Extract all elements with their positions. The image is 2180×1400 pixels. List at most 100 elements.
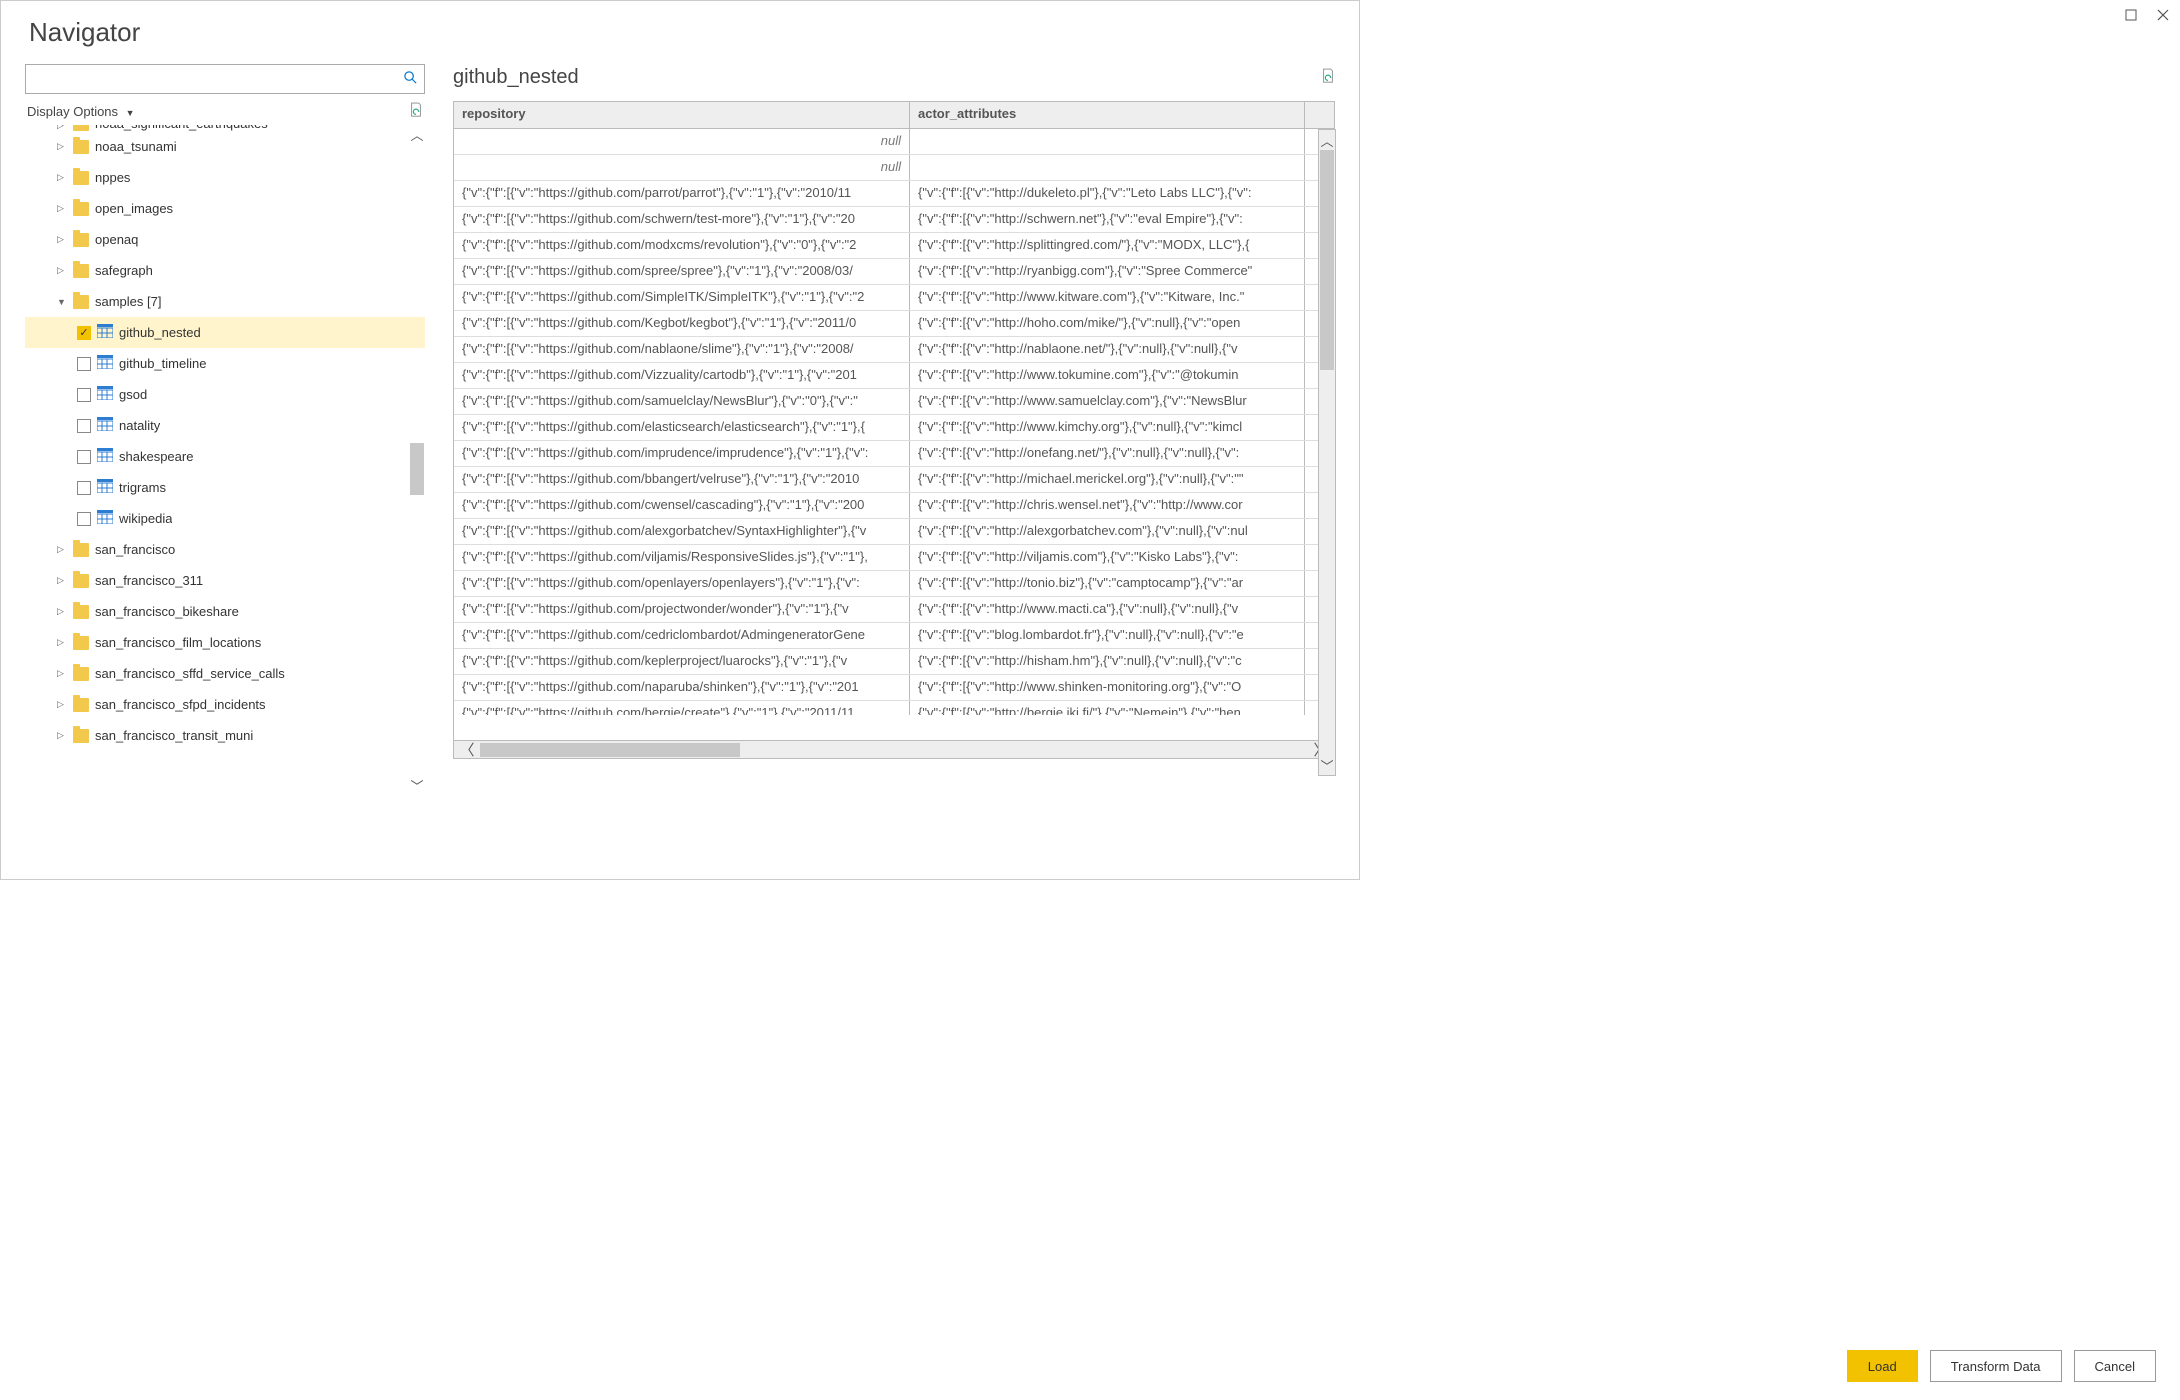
- table-row[interactable]: {"v":{"f":[{"v":"https://github.com/nabl…: [454, 337, 1334, 363]
- tree-folder[interactable]: ▷nppes: [25, 162, 425, 193]
- checkbox[interactable]: [77, 512, 91, 526]
- table-row[interactable]: {"v":{"f":[{"v":"https://github.com/Vizz…: [454, 363, 1334, 389]
- cell-actor-attributes: {"v":{"f":[{"v":"http://ryanbigg.com"},{…: [910, 259, 1305, 284]
- chevron-right-icon: ▷: [57, 668, 67, 679]
- table-icon: [97, 417, 113, 434]
- cell-actor-attributes: {"v":{"f":[{"v":"http://chris.wensel.net…: [910, 493, 1305, 518]
- tree-scrollbar[interactable]: ︿ ﹀: [409, 125, 425, 794]
- table-row[interactable]: {"v":{"f":[{"v":"https://github.com/proj…: [454, 597, 1334, 623]
- search-box[interactable]: [25, 64, 425, 94]
- tree-table-item[interactable]: shakespeare: [25, 441, 425, 472]
- grid-horizontal-scrollbar[interactable]: 〈 〉: [453, 741, 1335, 759]
- vscroll-down-arrow[interactable]: ﹀: [1319, 755, 1335, 775]
- table-row[interactable]: {"v":{"f":[{"v":"https://github.com/open…: [454, 571, 1334, 597]
- table-row[interactable]: {"v":{"f":[{"v":"https://github.com/berg…: [454, 701, 1334, 715]
- checkbox[interactable]: [77, 419, 91, 433]
- maximize-button[interactable]: [2122, 6, 2140, 24]
- tree-table-item[interactable]: wikipedia: [25, 503, 425, 534]
- table-row[interactable]: {"v":{"f":[{"v":"https://github.com/alex…: [454, 519, 1334, 545]
- table-row[interactable]: {"v":{"f":[{"v":"https://github.com/impr…: [454, 441, 1334, 467]
- display-options-dropdown[interactable]: Display Options ▼: [27, 104, 135, 119]
- cell-actor-attributes: {"v":{"f":[{"v":"http://www.kimchy.org"}…: [910, 415, 1305, 440]
- table-row[interactable]: {"v":{"f":[{"v":"https://github.com/bban…: [454, 467, 1334, 493]
- tree-folder[interactable]: ▷san_francisco_transit_muni: [25, 720, 425, 751]
- tree-folder[interactable]: ▷san_francisco_film_locations: [25, 627, 425, 658]
- tree-table-item[interactable]: natality: [25, 410, 425, 441]
- table-row[interactable]: {"v":{"f":[{"v":"https://github.com/Kegb…: [454, 311, 1334, 337]
- table-row[interactable]: {"v":{"f":[{"v":"https://github.com/spre…: [454, 259, 1334, 285]
- tree-table-item[interactable]: ✓github_nested: [25, 317, 425, 348]
- cell-actor-attributes: {"v":{"f":[{"v":"http://alexgorbatchev.c…: [910, 519, 1305, 544]
- table-row[interactable]: {"v":{"f":[{"v":"https://github.com/schw…: [454, 207, 1334, 233]
- tree-table-item[interactable]: trigrams: [25, 472, 425, 503]
- checkbox[interactable]: [77, 450, 91, 464]
- cell-repository: {"v":{"f":[{"v":"https://github.com/spre…: [454, 259, 910, 284]
- tree-folder-label: san_francisco_sffd_service_calls: [95, 666, 285, 681]
- folder-icon: [73, 233, 89, 247]
- cell-actor-attributes: {"v":{"f":[{"v":"http://hoho.com/mike/"}…: [910, 311, 1305, 336]
- checkbox[interactable]: ✓: [77, 326, 91, 340]
- tree-folder[interactable]: ▷noaa_tsunami: [25, 131, 425, 162]
- chevron-down-icon: ▼: [57, 297, 67, 307]
- cell-actor-attributes: {"v":{"f":[{"v":"http://nablaone.net/"},…: [910, 337, 1305, 362]
- tree-folder[interactable]: ▷san_francisco: [25, 534, 425, 565]
- column-header-actor-attributes[interactable]: actor_attributes: [910, 102, 1305, 128]
- table-row[interactable]: {"v":{"f":[{"v":"https://github.com/elas…: [454, 415, 1334, 441]
- tree-folder-label: san_francisco: [95, 542, 175, 557]
- tree-folder[interactable]: ▷ san_francisco_sffd_service_calls: [25, 658, 425, 689]
- table-row[interactable]: {"v":{"f":[{"v":"https://github.com/vilj…: [454, 545, 1334, 571]
- checkbox[interactable]: [77, 357, 91, 371]
- cancel-button[interactable]: Cancel: [2074, 1350, 2156, 1382]
- cell-repository: {"v":{"f":[{"v":"https://github.com/kepl…: [454, 649, 910, 674]
- table-row[interactable]: {"v":{"f":[{"v":"https://github.com/cwen…: [454, 493, 1334, 519]
- tree-table-item[interactable]: gsod: [25, 379, 425, 410]
- checkbox[interactable]: [77, 388, 91, 402]
- chevron-right-icon: ▷: [57, 141, 67, 152]
- grid-vertical-scrollbar[interactable]: ︿ ﹀: [1318, 129, 1336, 776]
- chevron-right-icon: ▷: [57, 606, 67, 617]
- tree-folder[interactable]: ▷san_francisco_311: [25, 565, 425, 596]
- table-row[interactable]: null: [454, 129, 1334, 155]
- search-input[interactable]: [32, 72, 403, 87]
- tree-folder[interactable]: ▼samples [7]: [25, 286, 425, 317]
- table-row[interactable]: {"v":{"f":[{"v":"https://github.com/napa…: [454, 675, 1334, 701]
- checkbox[interactable]: [77, 481, 91, 495]
- folder-icon: [73, 729, 89, 743]
- hscroll-thumb[interactable]: [480, 743, 740, 757]
- tree-folder-label: san_francisco_sfpd_incidents: [95, 697, 266, 712]
- table-row[interactable]: null: [454, 155, 1334, 181]
- table-row[interactable]: {"v":{"f":[{"v":"https://github.com/Simp…: [454, 285, 1334, 311]
- chevron-right-icon: ▷: [57, 699, 67, 710]
- vscroll-up-arrow[interactable]: ︿: [1319, 130, 1335, 150]
- tree-table-item[interactable]: github_timeline: [25, 348, 425, 379]
- preview-refresh-icon[interactable]: [1321, 68, 1335, 87]
- refresh-icon[interactable]: [409, 102, 423, 121]
- tree-folder[interactable]: ▷san_francisco_bikeshare: [25, 596, 425, 627]
- cell-actor-attributes: {"v":{"f":[{"v":"http://splittingred.com…: [910, 233, 1305, 258]
- search-icon[interactable]: [403, 70, 418, 89]
- tree-item-label: github_timeline: [119, 356, 206, 371]
- tree-folder[interactable]: ▷openaq: [25, 224, 425, 255]
- chevron-right-icon: ▷: [57, 637, 67, 648]
- table-row[interactable]: {"v":{"f":[{"v":"https://github.com/kepl…: [454, 649, 1334, 675]
- hscroll-left-arrow[interactable]: 〈: [454, 739, 480, 760]
- table-row[interactable]: {"v":{"f":[{"v":"https://github.com/parr…: [454, 181, 1334, 207]
- tree-folder[interactable]: ▷safegraph: [25, 255, 425, 286]
- scroll-up-arrow[interactable]: ︿: [409, 125, 425, 143]
- table-row[interactable]: {"v":{"f":[{"v":"https://github.com/samu…: [454, 389, 1334, 415]
- table-row[interactable]: {"v":{"f":[{"v":"https://github.com/modx…: [454, 233, 1334, 259]
- close-button[interactable]: [2154, 6, 2172, 24]
- load-button[interactable]: Load: [1847, 1350, 1918, 1382]
- scroll-thumb[interactable]: [410, 443, 424, 495]
- table-row[interactable]: {"v":{"f":[{"v":"https://github.com/cedr…: [454, 623, 1334, 649]
- folder-icon: [73, 574, 89, 588]
- column-header-repository[interactable]: repository: [454, 102, 910, 128]
- tree-folder[interactable]: ▷ san_francisco_sfpd_incidents: [25, 689, 425, 720]
- cell-repository: {"v":{"f":[{"v":"https://github.com/vilj…: [454, 545, 910, 570]
- scroll-down-arrow[interactable]: ﹀: [409, 776, 425, 794]
- tree-folder[interactable]: ▷open_images: [25, 193, 425, 224]
- vscroll-thumb[interactable]: [1320, 150, 1334, 370]
- tree-folder-label: san_francisco_transit_muni: [95, 728, 253, 743]
- transform-data-button[interactable]: Transform Data: [1930, 1350, 2062, 1382]
- tree-item-label: trigrams: [119, 480, 166, 495]
